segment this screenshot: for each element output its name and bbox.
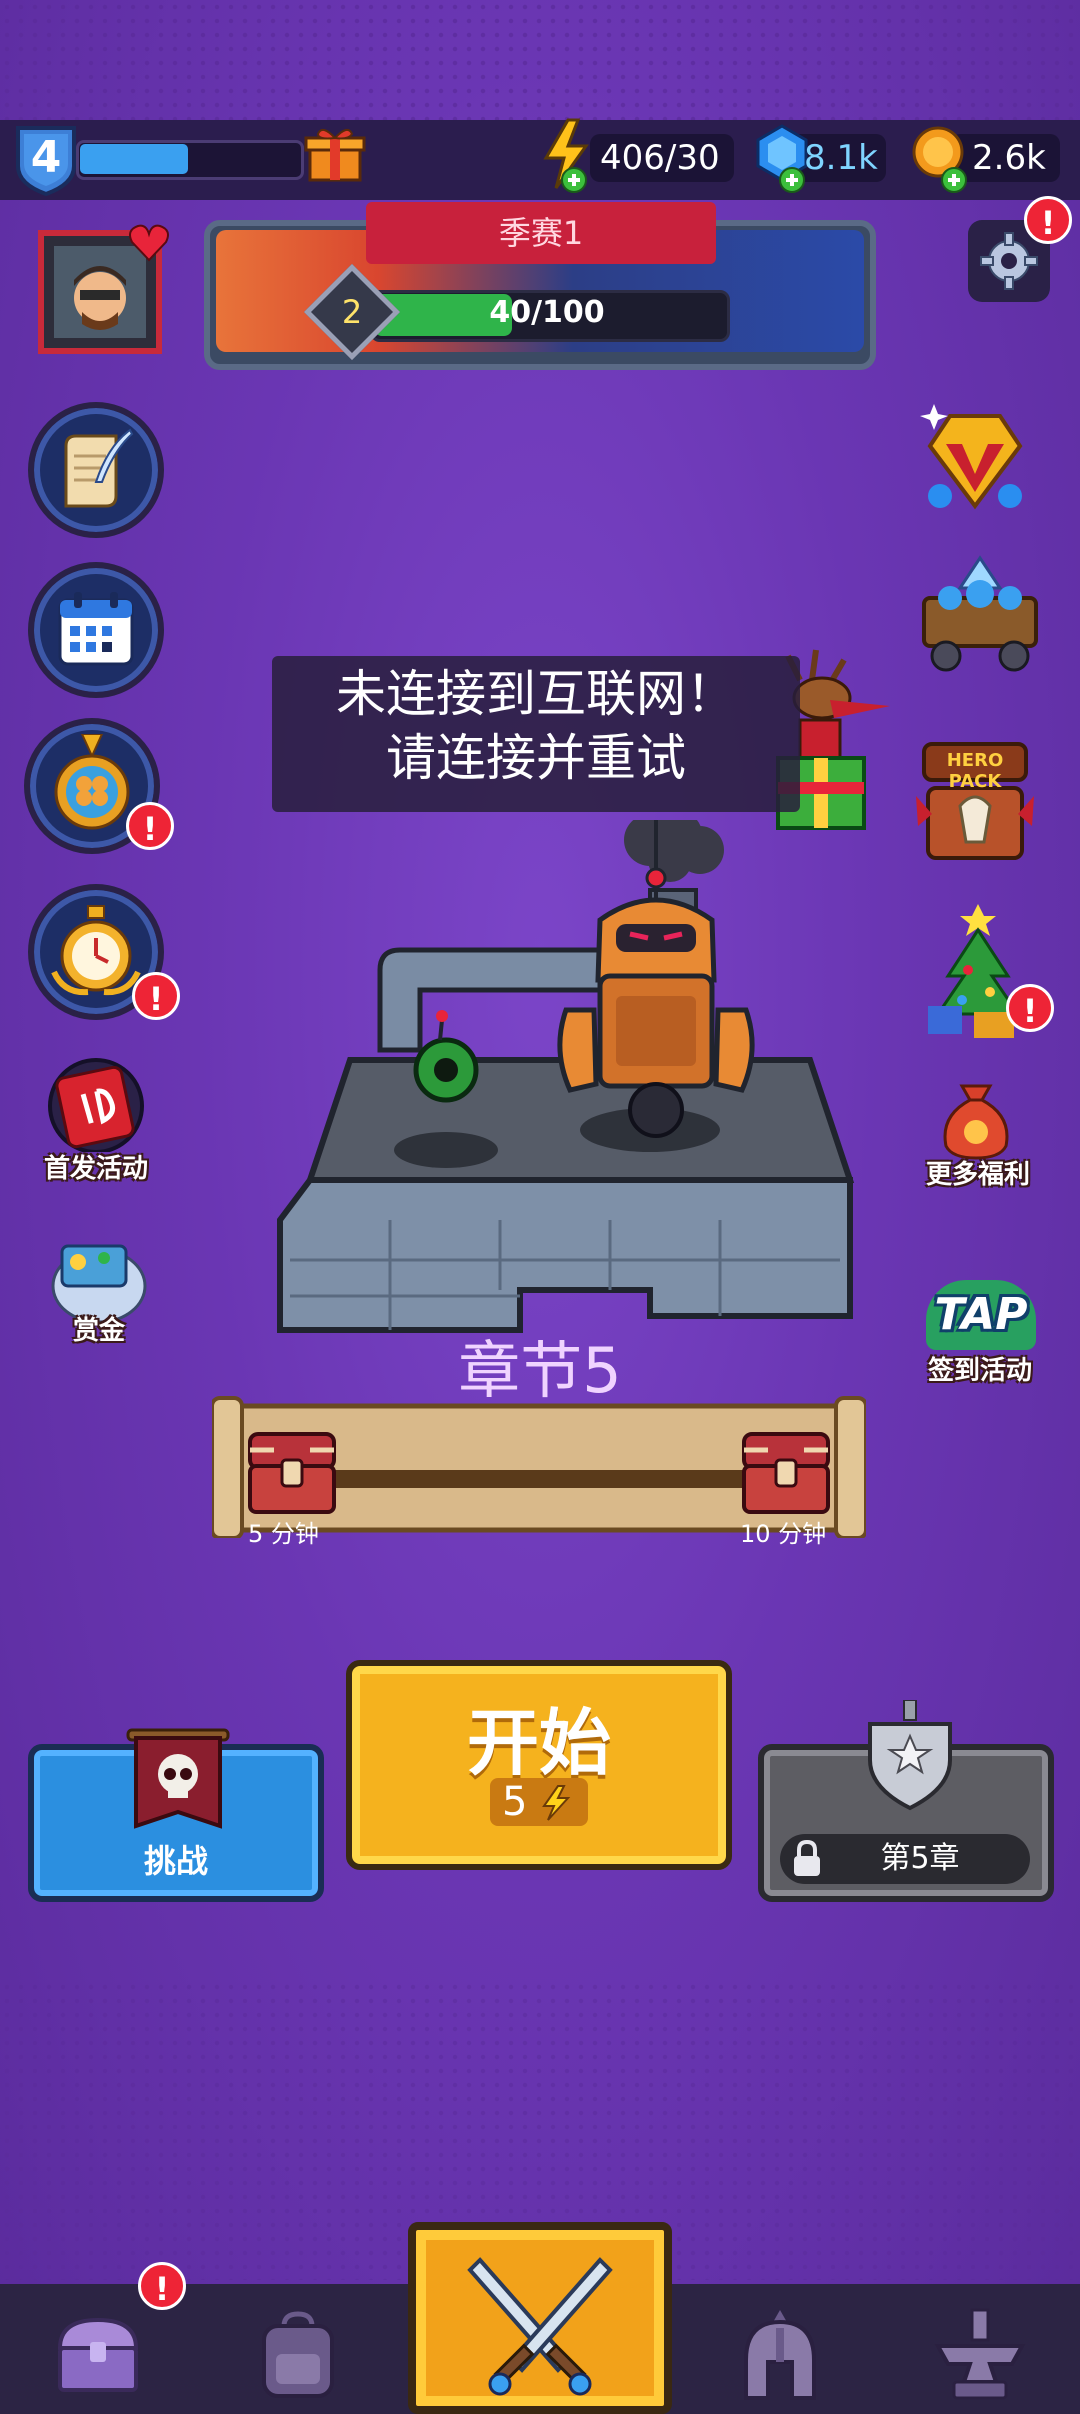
reward-chest-2-time: 10 分钟	[740, 1520, 827, 1548]
offline-toast-line-1: 未连接到互联网！	[336, 665, 736, 723]
start-label: 开始	[466, 1701, 611, 1785]
start-cost-box: 5	[490, 1778, 588, 1826]
gems-value: 8.1k	[804, 138, 878, 178]
shop-chest-icon	[57, 2317, 139, 2392]
chest-icon	[742, 1432, 830, 1514]
gift-icon[interactable]	[304, 122, 366, 184]
energy-bolt-icon	[542, 1785, 571, 1821]
nav-shop-alert-badge: !	[138, 2262, 186, 2310]
gem-icon[interactable]	[752, 122, 812, 194]
checkin-event-button[interactable]: TAP 签到活动	[910, 1280, 1050, 1390]
hero-pack-button[interactable]: HERO PACK	[910, 726, 1040, 876]
star-shield-sword-icon	[868, 1700, 952, 1811]
coin-icon[interactable]	[910, 122, 974, 194]
crossed-swords-icon	[467, 2257, 613, 2396]
reward-chest-1[interactable]	[244, 1428, 340, 1518]
chapter-lock-label: 第5章	[880, 1841, 960, 1876]
christmas-alert-badge: !	[1006, 984, 1054, 1032]
energy-value: 406/30	[600, 138, 720, 178]
chapter-stage-scene	[277, 820, 855, 1333]
season-level: 2	[341, 293, 363, 331]
more-benefits-label: 更多福利	[925, 1160, 1030, 1190]
tap-logo: TAP	[926, 1280, 1036, 1350]
heart-icon	[129, 224, 169, 262]
gem-cart-icon[interactable]	[910, 548, 1050, 678]
money-bag-icon	[943, 1084, 1009, 1160]
anvil-icon	[934, 2308, 1026, 2400]
chapter-select-button[interactable]: 第5章	[758, 1700, 1054, 1902]
helmet-icon	[744, 2310, 816, 2400]
quest-scroll-button[interactable]	[28, 402, 164, 538]
energy-bolt-icon[interactable]	[538, 118, 596, 196]
background-pattern-top	[0, 0, 1080, 130]
lock-icon	[794, 1839, 820, 1876]
more-benefits-button[interactable]: 更多福利	[908, 1076, 1048, 1194]
nav-forge-tab[interactable]	[880, 2294, 1080, 2414]
bounty-button[interactable]: 赏金	[40, 1226, 158, 1352]
reward-chest-1-time: 5 分钟	[248, 1520, 319, 1548]
stopwatch-alert-badge: !	[132, 972, 180, 1020]
start-button[interactable]: 开始 5	[346, 1660, 732, 1870]
backpack-icon	[262, 2311, 334, 2398]
calendar-button[interactable]	[28, 562, 164, 698]
chest-icon	[248, 1432, 336, 1514]
nav-hero-tab[interactable]	[680, 2294, 880, 2414]
vip-gem-icon[interactable]	[910, 396, 1040, 526]
gear-icon	[980, 232, 1038, 290]
first-launch-event-button[interactable]: 首发活动	[34, 1052, 158, 1184]
reward-chest-2[interactable]	[738, 1428, 834, 1518]
coins-value: 2.6k	[972, 138, 1046, 178]
nav-battle-tab[interactable]	[408, 2222, 672, 2414]
hero-pack-chest-icon	[916, 742, 1034, 860]
clover-alert-badge: !	[126, 802, 174, 850]
scroll-quill-icon	[64, 428, 134, 508]
challenge-label: 挑战	[143, 1842, 208, 1880]
bounty-label: 赏金	[72, 1316, 125, 1346]
settings-alert-badge: !	[1024, 196, 1072, 244]
nav-shop-tab[interactable]	[0, 2294, 200, 2414]
nav-inventory-tab[interactable]	[200, 2294, 400, 2414]
offline-toast-text: 未连接到互联网！ 请连接并重试	[272, 662, 800, 790]
xp-bar-fill	[80, 144, 188, 174]
season-progress-text: 40/100	[489, 295, 605, 330]
skull-banner-icon	[126, 1728, 230, 1829]
calendar-icon	[58, 592, 134, 666]
first-launch-event-label: 首发活动	[43, 1154, 148, 1184]
hero-pack-label: HERO PACK	[946, 750, 1004, 792]
jd-card-icon	[48, 1058, 144, 1152]
start-cost-value: 5	[502, 1779, 528, 1825]
season-title: 季赛1	[366, 202, 716, 264]
challenge-button[interactable]: 挑战	[28, 1728, 324, 1902]
offline-toast-line-2: 请连接并重试	[386, 729, 686, 787]
player-level: 4	[30, 132, 62, 183]
checkin-event-label: 签到活动	[927, 1356, 1032, 1386]
stopwatch-icon	[51, 905, 141, 996]
